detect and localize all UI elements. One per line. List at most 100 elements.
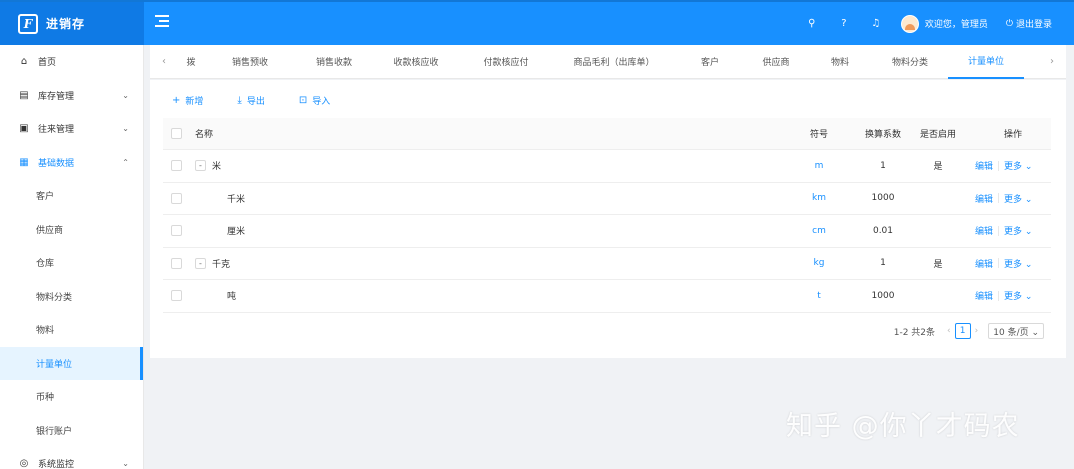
sidebar-item-currency[interactable]: 币种 [0,380,143,414]
sidebar-item-warehouse[interactable]: 仓库 [0,246,143,280]
collapse-icon[interactable]: - [195,160,206,172]
edit-link[interactable]: 编辑 [975,159,993,172]
tab-sales-receipt[interactable]: 销售收款 [296,45,372,79]
cell-symbol[interactable]: t [789,291,849,301]
select-all-checkbox[interactable] [171,128,182,139]
sidebar-item-label: 往来管理 [38,125,75,136]
col-ops: 操作 [1003,130,1022,140]
add-button[interactable]: + 新增 [172,94,203,107]
avatar[interactable] [900,14,919,33]
tab-sales-advance[interactable]: 销售预收 [204,45,296,79]
tab-transfer[interactable]: 拨 [178,45,204,79]
cell-name: 千米 [227,194,246,205]
cell-symbol[interactable]: kg [789,258,849,268]
import-icon: ⊡ [298,95,308,106]
more-dropdown[interactable]: 更多 ⌄ [1004,192,1032,205]
sidebar-item-material-category[interactable]: 物料分类 [0,280,143,314]
sidebar-item-contacts[interactable]: ▣ 往来管理 ⌄ [0,112,143,146]
tab-gross-profit[interactable]: 商品毛利（出库单） [552,45,676,79]
monitor-icon: ◎ [19,458,29,469]
sidebar-item-unit[interactable]: 计量单位 [0,346,143,380]
divider [998,160,1000,171]
pagination: 1-2 共2条 ‹ 1 › 10 条/页 ⌄ [894,323,1044,339]
chevron-up-icon: ⌃ [122,157,129,167]
row-checkbox[interactable] [171,225,182,237]
welcome-text[interactable]: 欢迎您，管理员 [925,17,988,30]
row-checkbox[interactable] [171,192,182,204]
edit-link[interactable]: 编辑 [975,289,993,302]
sidebar-item-material[interactable]: 物料 [0,313,143,347]
cell-rate: 1000 [871,290,895,301]
tab-payment-verify[interactable]: 付款核应付 [460,45,552,79]
sidebar-item-basic-data[interactable]: ▦ 基础数据 ⌃ [0,146,143,180]
tab-prev-icon[interactable]: ‹ [150,56,178,67]
logout-icon[interactable]: ⏻ [1006,19,1013,29]
edit-link[interactable]: 编辑 [975,192,993,205]
app-title: 进销存 [46,17,86,31]
cell-symbol[interactable]: km [789,193,849,203]
page-1-button[interactable]: 1 [954,323,971,339]
cell-symbol[interactable]: m [789,161,849,171]
header-actions: ⚲ ? ♫ 欢迎您，管理员 ⏻ 退出登录 [805,2,1052,45]
import-button-label: 导入 [312,97,331,107]
sidebar-item-customer[interactable]: 客户 [0,179,143,213]
logout-link[interactable]: 退出登录 [1016,17,1052,30]
page-size-select[interactable]: 10 条/页 ⌄ [988,323,1044,339]
more-dropdown[interactable]: 更多 ⌄ [1004,289,1032,302]
sidebar-item-label: 首页 [38,58,57,69]
prev-page-icon[interactable]: ‹ [947,326,951,336]
tab-supplier[interactable]: 供应商 [744,45,808,79]
table-row: 吨 t 1000 编辑 更多 ⌄ [163,280,1051,313]
app-logo[interactable]: F 进销存 [0,2,144,45]
cell-symbol[interactable]: cm [789,226,849,236]
row-checkbox[interactable] [171,290,182,302]
search-icon[interactable]: ⚲ [805,18,819,29]
sidebar-item-label: 基础数据 [38,158,75,169]
export-button-label: 导出 [246,97,265,107]
sidebar-item-system[interactable]: ◎ 系统监控 ⌄ [0,447,143,469]
sidebar-item-inventory[interactable]: ▤ 库存管理 ⌄ [0,79,143,113]
table-row: - 米 m 1 是 编辑 更多 ⌄ [163,150,1051,183]
cell-ops: 编辑 更多 ⌄ [975,257,1051,270]
more-dropdown[interactable]: 更多 ⌄ [1004,257,1032,270]
cell-ops: 编辑 更多 ⌄ [975,159,1051,172]
row-checkbox[interactable] [171,160,182,172]
sidebar-item-supplier[interactable]: 供应商 [0,213,143,247]
home-icon: ⌂ [20,56,28,68]
collapse-icon[interactable]: - [195,257,206,269]
divider [998,193,1000,204]
sidebar-item-bank-account[interactable]: 银行账户 [0,414,143,448]
tab-material[interactable]: 物料 [808,45,872,79]
edit-link[interactable]: 编辑 [975,224,993,237]
content-card: + 新增 ⤓ 导出 ⊡ 导入 名称 符号 换算系数 是否启用 操作 - 米 m [150,80,1066,358]
ledger-icon: ▣ [19,123,29,135]
sidebar-item-label: 系统监控 [38,460,75,469]
cell-name: 吨 [227,292,237,303]
tab-material-category[interactable]: 物料分类 [872,45,948,79]
tab-receipt-verify[interactable]: 收款核应收 [372,45,460,79]
tab-customer[interactable]: 客户 [676,45,744,79]
menu-fold-icon[interactable] [155,15,169,29]
help-icon[interactable]: ? [837,18,851,29]
tab-unit[interactable]: 计量单位 [948,45,1024,79]
tab-next-icon[interactable]: › [1038,56,1066,67]
import-button[interactable]: ⊡ 导入 [299,94,330,107]
pagination-total: 1-2 共2条 [893,327,936,338]
export-button[interactable]: ⤓ 导出 [237,94,264,107]
units-table: 名称 符号 换算系数 是否启用 操作 - 米 m 1 是 编辑 更多 ⌄ 千米 … [163,118,1051,313]
bell-icon[interactable]: ♫ [869,18,883,29]
sidebar-item-label: 库存管理 [38,91,75,102]
top-header: F 进销存 ⚲ ? ♫ 欢迎您，管理员 ⏻ 退出登录 [0,0,1074,45]
logo-mark: F [18,13,38,34]
more-dropdown[interactable]: 更多 ⌄ [1004,159,1032,172]
row-checkbox[interactable] [171,257,182,269]
more-dropdown[interactable]: 更多 ⌄ [1004,224,1032,237]
next-page-icon[interactable]: › [975,326,979,336]
sidebar-item-home[interactable]: ⌂ 首页 [0,45,143,79]
cell-rate: 1 [880,258,886,269]
table-row: - 千克 kg 1 是 编辑 更多 ⌄ [163,248,1051,280]
edit-link[interactable]: 编辑 [975,257,993,270]
divider [998,258,1000,269]
cell-ops: 编辑 更多 ⌄ [975,289,1051,302]
cell-ops: 编辑 更多 ⌄ [975,192,1051,205]
